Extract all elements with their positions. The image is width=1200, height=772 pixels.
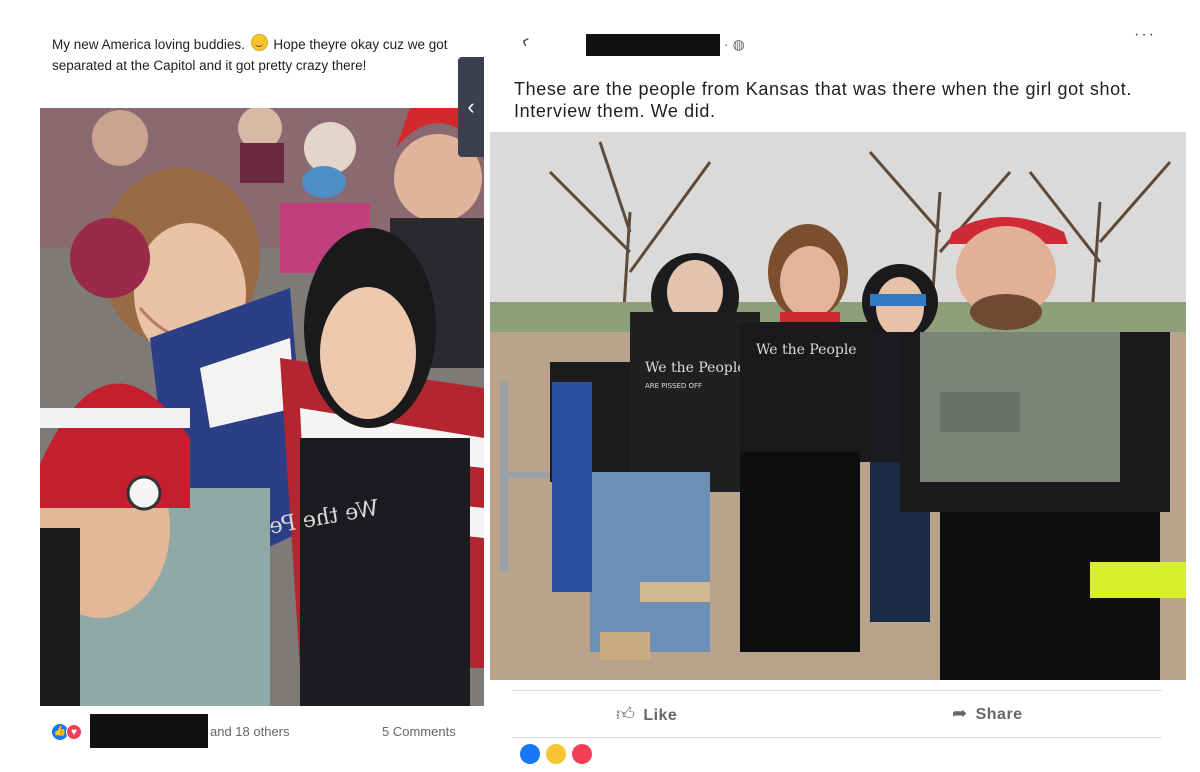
like-button[interactable]: 👍︎ Like [616,703,677,725]
reaction-count[interactable]: and 18 others [210,724,290,739]
header-separator: · ◍ [724,36,745,52]
group-photo-illustration: We the People ARE PISSED OFF We the Peop… [490,132,1186,680]
share-button[interactable]: ➦ Share [952,703,1023,724]
haha-reaction-icon [546,744,566,764]
like-reaction-icon [520,744,540,764]
heart-icon: ♥ [66,724,82,740]
redaction-box [90,714,208,748]
redaction-box [586,34,720,56]
selfie-photo-illustration: We the People [40,108,484,706]
left-post: My new America loving buddies. Hope they… [0,0,490,772]
back-arrow-icon[interactable]: ‹ [518,30,533,54]
thumbs-up-icon: 👍︎ [616,704,636,724]
previous-photo-tab[interactable]: ‹ [458,57,484,157]
selfie-photo[interactable]: We the People [40,108,484,706]
reactions-summary[interactable]: 👍 ♥ and 18 others 5 Comments [52,714,472,748]
shirt-text-2: We the People [756,342,857,358]
smile-emoji-icon [250,34,268,51]
post-action-bar: 👍︎ Like ➦ Share [512,690,1162,738]
right-post: ‹ · ◍ ··· These are the people from Kans… [490,0,1200,772]
shirt-text-1: We the People [645,360,746,376]
shirt-subtext-1: ARE PISSED OFF [645,382,702,390]
group-photo[interactable]: We the People ARE PISSED OFF We the Peop… [490,132,1186,680]
love-reaction-icon [572,744,592,764]
reaction-icons-strip [520,744,598,769]
globe-icon: ◍ [732,36,745,52]
comments-count-link[interactable]: 5 Comments [382,724,456,739]
post-caption: These are the people from Kansas that wa… [514,79,1132,121]
post-caption: My new America loving buddies. Hope they… [52,34,462,76]
post-header: ‹ · ◍ ··· [510,26,1170,60]
more-options-icon[interactable]: ··· [1134,26,1156,44]
caption-part-1: My new America loving buddies. [52,37,245,52]
share-arrow-icon: ➦ [952,703,968,723]
chevron-left-icon: ‹ [467,94,475,119]
